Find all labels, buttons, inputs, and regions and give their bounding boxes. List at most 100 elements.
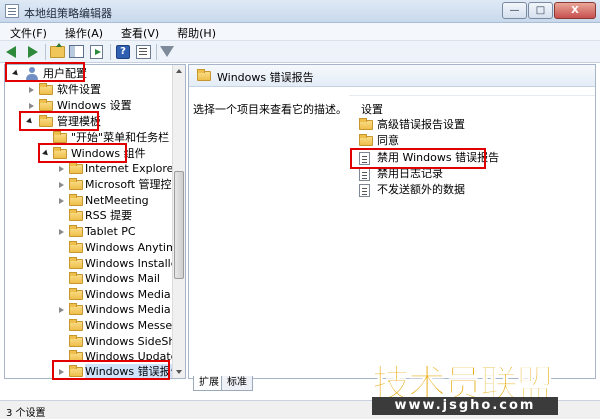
scroll-down-icon[interactable] xyxy=(176,370,182,374)
details-title: Windows 错误报告 xyxy=(217,71,314,84)
tree-label: Windows Update xyxy=(85,350,178,363)
folder-icon xyxy=(69,257,83,269)
setting-label: 同意 xyxy=(377,134,399,147)
window-controls: — □ X xyxy=(502,2,596,19)
policy-setting-icon xyxy=(359,184,370,197)
folder-icon xyxy=(69,303,83,315)
folder-icon xyxy=(53,147,67,159)
tree-label: RSS 提要 xyxy=(85,209,133,222)
up-folder-icon[interactable] xyxy=(50,43,66,60)
show-tree-icon[interactable] xyxy=(69,44,85,60)
tab-standard[interactable]: 标准 xyxy=(221,376,253,391)
toolbar-separator xyxy=(110,44,111,60)
folder-icon xyxy=(53,131,67,143)
toolbar-separator xyxy=(156,44,157,60)
tree-label: 软件设置 xyxy=(57,83,101,96)
collapse-arrow-icon[interactable] xyxy=(29,103,34,109)
folder-icon xyxy=(69,335,83,347)
collapse-arrow-icon[interactable] xyxy=(59,182,64,188)
tree-scrollbar[interactable] xyxy=(172,65,185,378)
description-text: 选择一个项目来查看它的描述。 xyxy=(193,103,347,116)
policy-setting-icon xyxy=(359,152,370,165)
expand-arrow-icon[interactable] xyxy=(42,149,50,158)
folder-icon xyxy=(69,319,83,331)
tree-label: Windows Media Center xyxy=(85,288,185,301)
minimize-button[interactable]: — xyxy=(502,2,527,19)
setting-label: 禁用 Windows 错误报告 xyxy=(377,151,500,164)
forward-icon[interactable] xyxy=(24,44,40,60)
expand-arrow-icon[interactable] xyxy=(26,117,34,126)
collapse-arrow-icon[interactable] xyxy=(59,369,64,375)
tree-label: Windows 设置 xyxy=(57,99,132,112)
folder-icon xyxy=(39,99,53,111)
collapse-arrow-icon[interactable] xyxy=(59,229,64,235)
expand-arrow-icon[interactable] xyxy=(12,69,20,78)
setting-label: 禁用日志记录 xyxy=(377,167,443,180)
menu-help[interactable]: 帮助(H) xyxy=(167,23,224,40)
menu-bar: 文件(F) 操作(A) 查看(V) 帮助(H) xyxy=(0,23,600,41)
policy-setting-icon xyxy=(359,168,370,181)
tree-label: Windows 错误报告 xyxy=(85,364,182,378)
folder-icon xyxy=(69,162,83,174)
title-bar: 本地组策略编辑器 — □ X xyxy=(0,0,600,23)
settings-column-header[interactable]: 设置 xyxy=(361,101,383,117)
folder-icon xyxy=(69,194,83,206)
properties-icon[interactable] xyxy=(136,44,152,60)
folder-icon xyxy=(69,365,83,377)
status-text: 3 个设置 xyxy=(6,408,46,419)
folder-icon xyxy=(69,350,83,362)
tree-label: "开始"菜单和任务栏 xyxy=(71,131,170,144)
tree-pane[interactable]: 用户配置 软件设置 Windows 设置 管理模板 "开始"菜单和任务栏 Win… xyxy=(4,64,186,379)
tree-label: 用户配置 xyxy=(43,67,87,80)
folder-icon xyxy=(359,134,373,146)
close-button[interactable]: X xyxy=(554,2,596,19)
folder-icon xyxy=(39,83,53,95)
menu-view[interactable]: 查看(V) xyxy=(111,23,167,40)
user-icon xyxy=(25,67,40,81)
details-pane: Windows 错误报告 选择一个项目来查看它的描述。 设置 高级错误报告设置 … xyxy=(188,64,596,391)
help-icon[interactable]: ? xyxy=(116,44,132,60)
folder-icon xyxy=(69,288,83,300)
app-icon xyxy=(5,4,19,18)
setting-label: 不发送额外的数据 xyxy=(377,183,465,196)
maximize-button[interactable]: □ xyxy=(528,2,553,19)
tree-label: Windows Mail xyxy=(85,272,160,285)
tree-label: 管理模板 xyxy=(57,115,101,128)
tree-label: Windows SideShow xyxy=(85,335,186,348)
collapse-arrow-icon[interactable] xyxy=(59,307,64,313)
export-icon[interactable] xyxy=(90,44,106,60)
window-title: 本地组策略编辑器 xyxy=(24,7,112,20)
column-divider xyxy=(349,95,595,96)
folder-icon xyxy=(69,209,83,221)
tree-label: Windows Media Player xyxy=(85,303,185,316)
scroll-thumb[interactable] xyxy=(174,171,184,279)
toolbar-separator xyxy=(45,44,46,60)
menu-action[interactable]: 操作(A) xyxy=(55,23,111,40)
folder-icon xyxy=(69,225,83,237)
folder-icon xyxy=(359,118,373,130)
folder-icon xyxy=(39,115,53,127)
tree-label: Windows 组件 xyxy=(71,147,146,160)
collapse-arrow-icon[interactable] xyxy=(59,166,64,172)
menu-file[interactable]: 文件(F) xyxy=(0,23,55,40)
tree-label: Tablet PC xyxy=(85,225,136,238)
watermark-logo: 技术员联盟 www.jsgho.com xyxy=(371,353,562,417)
scroll-up-icon[interactable] xyxy=(176,69,182,73)
setting-label: 高级错误报告设置 xyxy=(377,118,465,131)
details-header: Windows 错误报告 xyxy=(189,65,595,87)
folder-icon xyxy=(69,241,83,253)
tree-label: Windows Messenger xyxy=(85,319,185,332)
tree-label: NetMeeting xyxy=(85,194,149,207)
folder-icon xyxy=(69,272,83,284)
toolbar: ? xyxy=(0,41,600,63)
tree-label: Internet Explorer xyxy=(85,162,178,175)
collapse-arrow-icon[interactable] xyxy=(59,198,64,204)
folder-icon xyxy=(69,178,83,190)
collapse-arrow-icon[interactable] xyxy=(29,87,34,93)
watermark-url: www.jsgho.com xyxy=(372,397,558,415)
folder-icon xyxy=(197,69,211,81)
tree-label: Windows Installer xyxy=(85,257,183,270)
filter-icon[interactable] xyxy=(160,44,176,60)
tree-label: Windows Anytime Upgrade xyxy=(85,241,185,254)
back-icon[interactable] xyxy=(6,44,22,60)
